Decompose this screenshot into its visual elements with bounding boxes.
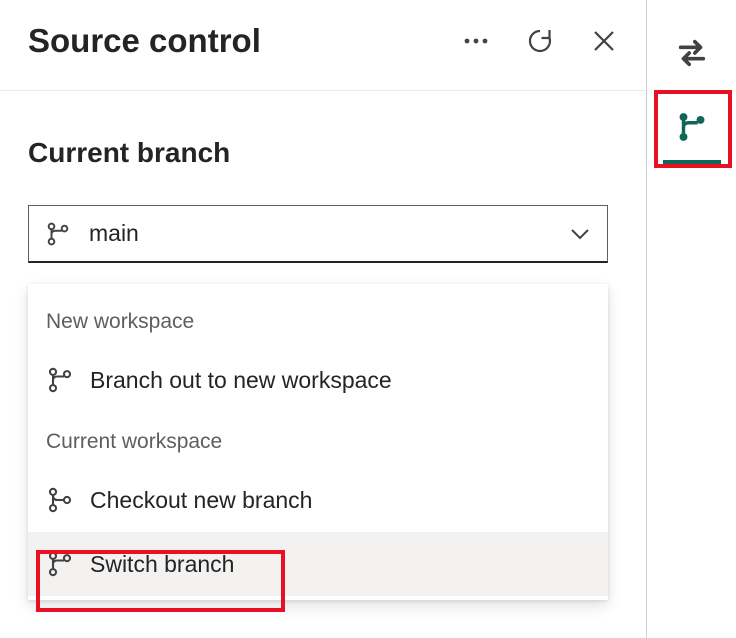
panel-content: Current branch main [0,91,646,263]
dropdown-item-checkout[interactable]: Checkout new branch [28,468,608,532]
refresh-icon [526,27,554,55]
branch-dropdown: New workspace Branch out to new workspac… [28,284,608,600]
branch-selected-value: main [89,220,569,247]
rail-swap-button[interactable] [663,24,721,82]
dropdown-group-new-workspace: New workspace [28,292,608,348]
close-button[interactable] [590,27,618,55]
header-actions [462,27,618,55]
dropdown-group-current-workspace: Current workspace [28,412,608,468]
panel-title: Source control [28,22,462,60]
current-branch-label: Current branch [28,137,618,169]
refresh-button[interactable] [526,27,554,55]
git-branch-icon [675,110,709,144]
more-icon [463,37,489,45]
git-branch-icon [46,366,74,394]
git-merge-icon [46,486,74,514]
dropdown-item-branch-out[interactable]: Branch out to new workspace [28,348,608,412]
dropdown-item-label: Checkout new branch [90,487,312,514]
right-rail [646,0,736,638]
dropdown-item-label: Branch out to new workspace [90,367,392,394]
branch-selector[interactable]: main [28,205,608,263]
panel-header: Source control [0,0,646,91]
chevron-down-icon [569,223,591,245]
close-icon [592,29,616,53]
rail-source-control-button[interactable] [663,100,721,164]
dropdown-item-label: Switch branch [90,551,234,578]
source-control-panel: Source control Current branch main [0,0,646,638]
git-branch-icon [46,550,74,578]
more-button[interactable] [462,27,490,55]
swap-icon [675,36,709,70]
git-branch-icon [45,221,71,247]
dropdown-item-switch[interactable]: Switch branch [28,532,608,596]
